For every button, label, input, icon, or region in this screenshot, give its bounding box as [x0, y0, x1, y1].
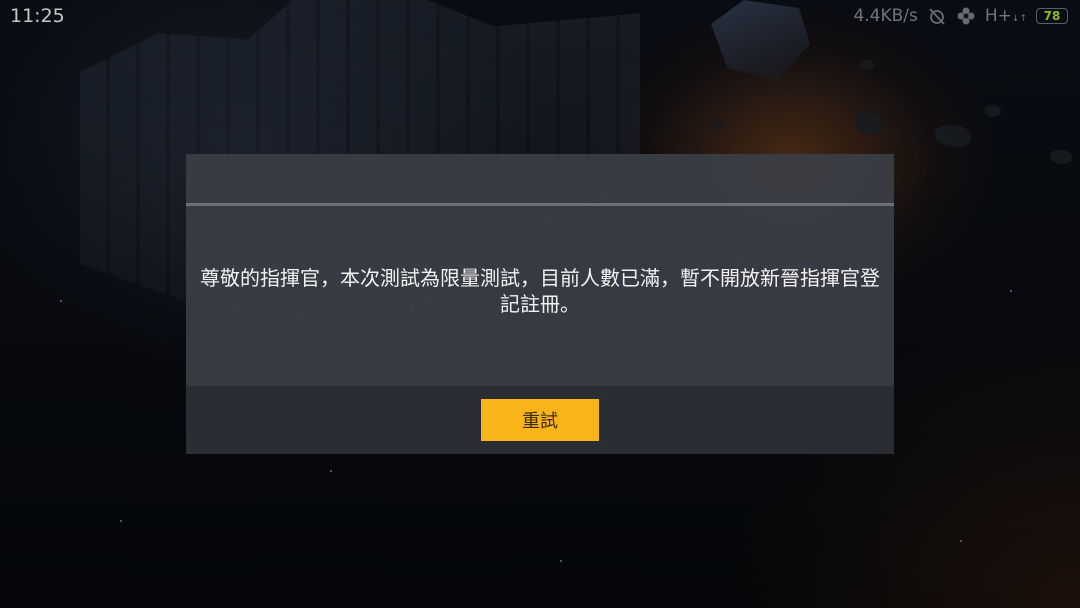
dialog-header	[186, 154, 894, 206]
dialog-body: 尊敬的指揮官，本次測試為限量測試，目前人數已滿，暫不開放新晉指揮官登記註冊。	[186, 206, 894, 386]
notice-dialog: 尊敬的指揮官，本次測試為限量測試，目前人數已滿，暫不開放新晉指揮官登記註冊。 重…	[186, 154, 894, 454]
dialog-footer: 重試	[186, 386, 894, 454]
retry-button[interactable]: 重試	[481, 399, 599, 441]
dialog-message: 尊敬的指揮官，本次測試為限量測試，目前人數已滿，暫不開放新晉指揮官登記註冊。	[200, 266, 880, 316]
